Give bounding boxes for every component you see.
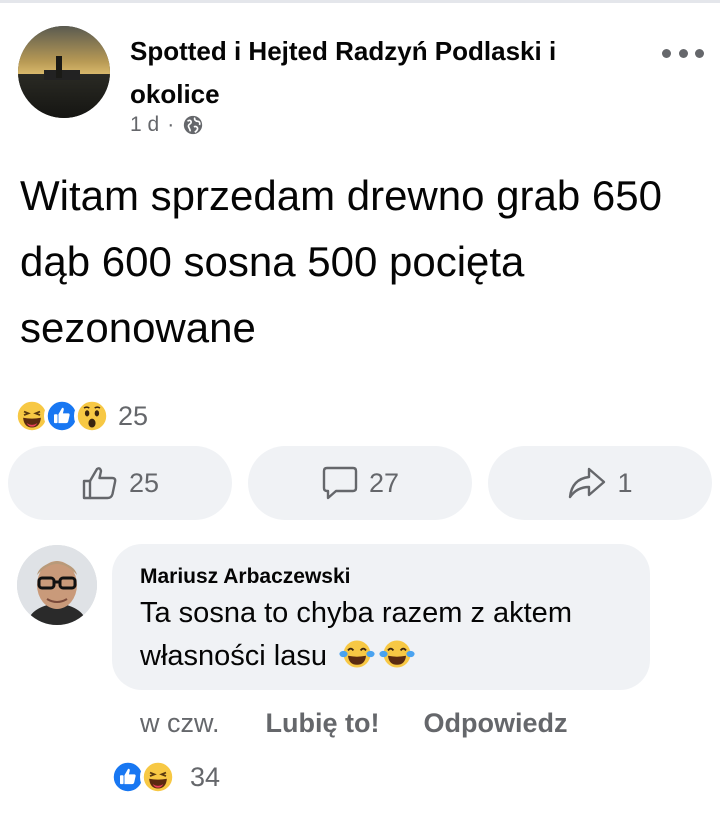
globe-icon[interactable] [182, 114, 204, 136]
share-button[interactable]: 1 [488, 446, 712, 520]
share-count: 1 [617, 467, 633, 498]
comment-reaction-count: 34 [190, 761, 221, 792]
page-name-link[interactable]: Spotted i Hejted Radzyń Podlaski i okoli… [130, 30, 640, 116]
comment-author[interactable]: Mariusz Arbaczewski [140, 565, 350, 589]
page-avatar[interactable] [18, 26, 110, 118]
comment-reply-button[interactable]: Odpowiedz [424, 708, 568, 739]
post-meta: 1 d · [130, 113, 204, 137]
laugh-emoji-icon [140, 759, 176, 795]
comment-like-button[interactable]: Lubię to! [266, 708, 380, 739]
reaction-count: 25 [118, 400, 149, 431]
reactions-summary[interactable]: 25 [14, 398, 148, 434]
post-text: Witam sprzedam drewno grab 650 dąb 600 s… [20, 172, 662, 351]
comment-count: 27 [368, 467, 400, 498]
comment-time[interactable]: w czw. [140, 708, 220, 739]
comment-button[interactable]: 27 [248, 446, 472, 520]
commenter-avatar[interactable] [17, 545, 97, 625]
wow-emoji-icon [74, 398, 110, 434]
tears-of-joy-emoji-icon [379, 640, 415, 668]
share-arrow-icon [569, 467, 606, 499]
like-count: 25 [128, 467, 160, 498]
comment-reactions-summary[interactable]: 34 [110, 759, 220, 795]
meta-separator: · [167, 113, 175, 136]
tears-of-joy-emoji-icon [339, 640, 375, 668]
thumbs-up-icon [82, 467, 117, 500]
comment-actions: w czw. Lubię to! Odpowiedz [140, 708, 568, 739]
comment-bubble-icon [322, 466, 358, 500]
comment-text: Ta sosna to chyba razem z aktem własnośc… [140, 592, 640, 678]
more-options-icon[interactable] [662, 38, 704, 68]
top-divider [0, 0, 720, 3]
post-time[interactable]: 1 d [130, 113, 159, 137]
like-button[interactable]: 25 [8, 446, 232, 520]
